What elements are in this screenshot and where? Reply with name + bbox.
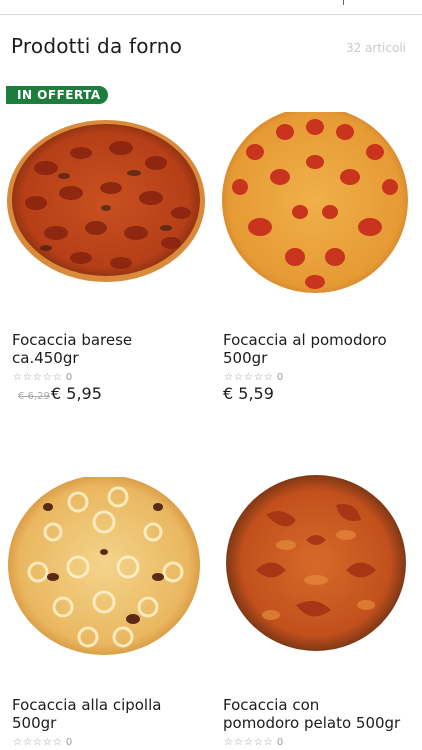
focaccia-pelato-image[interactable] xyxy=(211,465,411,715)
product-name[interactable]: Focaccia alla cipolla xyxy=(12,696,161,714)
old-price: € 6,29 xyxy=(18,391,50,402)
product-card-focaccia-cipolla[interactable]: Focaccia alla cipolla 500gr ☆☆☆☆☆ 0 xyxy=(0,465,200,750)
product-card-focaccia-pelato[interactable]: Focaccia con pomodoro pelato 500gr ☆☆☆☆☆… xyxy=(211,465,411,750)
product-name-line2[interactable]: 500gr xyxy=(223,349,267,367)
focaccia-cipolla-image[interactable] xyxy=(0,465,200,715)
product-name[interactable]: Focaccia barese xyxy=(12,331,132,349)
rating-count: 0 xyxy=(65,737,73,748)
rating-count: 0 xyxy=(276,372,284,383)
product-name[interactable]: Focaccia con xyxy=(223,696,319,714)
product-card-focaccia-pomodoro[interactable]: Focaccia al pomodoro 500gr ☆☆☆☆☆ 0 € 5,59 xyxy=(211,100,411,410)
rating-count: 0 xyxy=(276,737,284,748)
rating-stars: ☆☆☆☆☆ 0 xyxy=(224,372,284,383)
product-name[interactable]: Focaccia al pomodoro xyxy=(223,331,387,349)
product-card-focaccia-barese[interactable]: Focaccia barese ca.450gr ☆☆☆☆☆ 0 € 6,29 €… xyxy=(0,100,205,410)
product-price: € 5,95 xyxy=(51,384,102,403)
product-price: € 5,59 xyxy=(223,384,274,403)
item-count: 32 articoli xyxy=(345,41,406,55)
rating-count: 0 xyxy=(65,372,73,383)
rating-stars: ☆☆☆☆☆ 0 xyxy=(13,737,73,748)
focaccia-pomodoro-image[interactable] xyxy=(211,100,411,350)
rating-stars: ☆☆☆☆☆ 0 xyxy=(13,372,73,383)
product-name-line2[interactable]: 500gr xyxy=(12,714,56,732)
category-header: Prodotti da forno 32 articoli xyxy=(0,14,422,64)
product-name-line2[interactable]: ca.450gr xyxy=(12,349,79,367)
top-bar xyxy=(0,0,422,15)
rating-stars: ☆☆☆☆☆ 0 xyxy=(224,737,284,748)
page-title: Prodotti da forno xyxy=(11,34,183,58)
focaccia-barese-image[interactable] xyxy=(0,100,205,350)
product-name-line2[interactable]: pomodoro pelato 500gr xyxy=(223,714,400,732)
offer-badge: IN OFFERTA xyxy=(6,86,108,104)
top-bar-mark xyxy=(343,0,344,5)
